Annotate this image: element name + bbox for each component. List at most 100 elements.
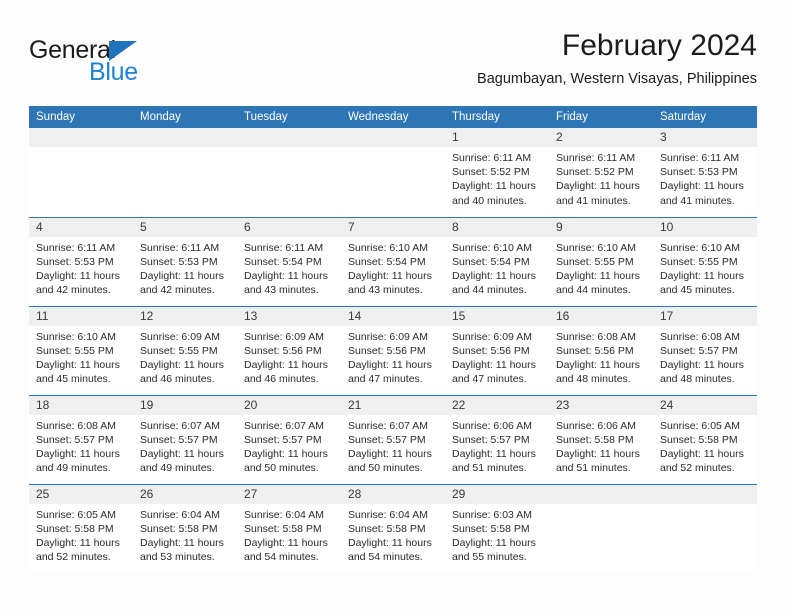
- daylight-text-line2: and 47 minutes.: [348, 373, 423, 386]
- day-number: 8: [445, 217, 549, 237]
- day-details: Sunrise: 6:11 AM Sunset: 5:52 PM Dayligh…: [549, 147, 653, 208]
- daylight-text-line2: and 52 minutes.: [36, 551, 111, 564]
- day-cell[interactable]: 17 Sunrise: 6:08 AM Sunset: 5:57 PM Dayl…: [653, 305, 757, 395]
- daylight-text-line2: and 42 minutes.: [140, 284, 215, 297]
- day-cell[interactable]: 2 Sunrise: 6:11 AM Sunset: 5:52 PM Dayli…: [549, 128, 653, 217]
- day-cell[interactable]: 7 Sunrise: 6:10 AM Sunset: 5:54 PM Dayli…: [341, 216, 445, 306]
- day-cell[interactable]: 19 Sunrise: 6:07 AM Sunset: 5:57 PM Dayl…: [133, 394, 237, 484]
- day-number: 13: [237, 306, 341, 326]
- day-cell[interactable]: 18 Sunrise: 6:08 AM Sunset: 5:57 PM Dayl…: [29, 394, 133, 484]
- daylight-text-line1: Daylight: 11 hours: [348, 447, 432, 460]
- sunrise-text: Sunrise: 6:07 AM: [140, 419, 220, 432]
- sunrise-text: Sunrise: 6:08 AM: [660, 330, 740, 343]
- day-cell[interactable]: 27 Sunrise: 6:04 AM Sunset: 5:58 PM Dayl…: [237, 483, 341, 573]
- day-details: Sunrise: 6:04 AM Sunset: 5:58 PM Dayligh…: [133, 504, 237, 565]
- day-details: Sunrise: 6:08 AM Sunset: 5:57 PM Dayligh…: [653, 326, 757, 387]
- day-number: 22: [445, 395, 549, 415]
- day-details: Sunrise: 6:08 AM Sunset: 5:56 PM Dayligh…: [549, 326, 653, 387]
- day-details: Sunrise: 6:05 AM Sunset: 5:58 PM Dayligh…: [29, 504, 133, 565]
- weekday-header-row: Sunday Monday Tuesday Wednesday Thursday…: [29, 106, 757, 128]
- day-cell[interactable]: 4 Sunrise: 6:11 AM Sunset: 5:53 PM Dayli…: [29, 216, 133, 306]
- day-details: Sunrise: 6:11 AM Sunset: 5:53 PM Dayligh…: [133, 237, 237, 298]
- day-cell[interactable]: 12 Sunrise: 6:09 AM Sunset: 5:55 PM Dayl…: [133, 305, 237, 395]
- daylight-text-line2: and 46 minutes.: [244, 373, 319, 386]
- sunrise-text: Sunrise: 6:10 AM: [36, 330, 116, 343]
- day-details: [133, 147, 237, 151]
- day-cell[interactable]: [653, 483, 757, 573]
- day-cell[interactable]: 1 Sunrise: 6:11 AM Sunset: 5:52 PM Dayli…: [445, 128, 549, 217]
- sunset-text: Sunset: 5:58 PM: [140, 522, 218, 535]
- day-cell[interactable]: 9 Sunrise: 6:10 AM Sunset: 5:55 PM Dayli…: [549, 216, 653, 306]
- day-cell[interactable]: [341, 128, 445, 217]
- daylight-text-line1: Daylight: 11 hours: [140, 447, 224, 460]
- day-number: 24: [653, 395, 757, 415]
- title-block: February 2024 Bagumbayan, Western Visaya…: [477, 28, 757, 89]
- day-cell[interactable]: 3 Sunrise: 6:11 AM Sunset: 5:53 PM Dayli…: [653, 128, 757, 217]
- day-cell[interactable]: 23 Sunrise: 6:06 AM Sunset: 5:58 PM Dayl…: [549, 394, 653, 484]
- day-cell[interactable]: 8 Sunrise: 6:10 AM Sunset: 5:54 PM Dayli…: [445, 216, 549, 306]
- daylight-text-line2: and 54 minutes.: [348, 551, 423, 564]
- daylight-text-line1: Daylight: 11 hours: [452, 358, 536, 371]
- sunset-text: Sunset: 5:56 PM: [556, 344, 634, 357]
- sunset-text: Sunset: 5:53 PM: [36, 255, 114, 268]
- daylight-text-line1: Daylight: 11 hours: [556, 269, 640, 282]
- day-cell[interactable]: 15 Sunrise: 6:09 AM Sunset: 5:56 PM Dayl…: [445, 305, 549, 395]
- day-number: 25: [29, 484, 133, 504]
- day-cell[interactable]: 10 Sunrise: 6:10 AM Sunset: 5:55 PM Dayl…: [653, 216, 757, 306]
- weekday-header-monday: Monday: [133, 106, 237, 128]
- day-cell[interactable]: 22 Sunrise: 6:06 AM Sunset: 5:57 PM Dayl…: [445, 394, 549, 484]
- day-cell[interactable]: [237, 128, 341, 217]
- weekday-header-friday: Friday: [549, 106, 653, 128]
- daylight-text-line1: Daylight: 11 hours: [556, 447, 640, 460]
- day-number: 16: [549, 306, 653, 326]
- sunset-text: Sunset: 5:53 PM: [140, 255, 218, 268]
- calendar-week-row: 25 Sunrise: 6:05 AM Sunset: 5:58 PM Dayl…: [29, 483, 757, 573]
- daylight-text-line2: and 46 minutes.: [140, 373, 215, 386]
- day-cell[interactable]: 5 Sunrise: 6:11 AM Sunset: 5:53 PM Dayli…: [133, 216, 237, 306]
- day-cell[interactable]: 13 Sunrise: 6:09 AM Sunset: 5:56 PM Dayl…: [237, 305, 341, 395]
- day-cell[interactable]: [133, 128, 237, 217]
- sunrise-text: Sunrise: 6:09 AM: [244, 330, 324, 343]
- sunrise-text: Sunrise: 6:05 AM: [660, 419, 740, 432]
- day-number: 18: [29, 395, 133, 415]
- sunrise-text: Sunrise: 6:09 AM: [348, 330, 428, 343]
- daylight-text-line1: Daylight: 11 hours: [660, 180, 744, 193]
- daylight-text-line2: and 50 minutes.: [348, 462, 423, 475]
- daylight-text-line2: and 53 minutes.: [140, 551, 215, 564]
- daylight-text-line2: and 51 minutes.: [452, 462, 527, 475]
- page-title: February 2024: [561, 29, 757, 62]
- day-cell[interactable]: 20 Sunrise: 6:07 AM Sunset: 5:57 PM Dayl…: [237, 394, 341, 484]
- sunset-text: Sunset: 5:55 PM: [556, 255, 634, 268]
- day-details: Sunrise: 6:09 AM Sunset: 5:55 PM Dayligh…: [133, 326, 237, 387]
- day-cell[interactable]: 25 Sunrise: 6:05 AM Sunset: 5:58 PM Dayl…: [29, 483, 133, 573]
- day-number: 20: [237, 395, 341, 415]
- day-cell[interactable]: 6 Sunrise: 6:11 AM Sunset: 5:54 PM Dayli…: [237, 216, 341, 306]
- day-cell[interactable]: 16 Sunrise: 6:08 AM Sunset: 5:56 PM Dayl…: [549, 305, 653, 395]
- sunset-text: Sunset: 5:55 PM: [36, 344, 114, 357]
- logo-text-blue: Blue: [89, 58, 138, 86]
- day-cell[interactable]: 29 Sunrise: 6:03 AM Sunset: 5:58 PM Dayl…: [445, 483, 549, 573]
- day-cell[interactable]: 28 Sunrise: 6:04 AM Sunset: 5:58 PM Dayl…: [341, 483, 445, 573]
- day-cell[interactable]: [549, 483, 653, 573]
- daylight-text-line1: Daylight: 11 hours: [348, 358, 432, 371]
- day-details: Sunrise: 6:09 AM Sunset: 5:56 PM Dayligh…: [341, 326, 445, 387]
- sunrise-text: Sunrise: 6:11 AM: [244, 241, 324, 254]
- day-cell[interactable]: 11 Sunrise: 6:10 AM Sunset: 5:55 PM Dayl…: [29, 305, 133, 395]
- day-cell[interactable]: 26 Sunrise: 6:04 AM Sunset: 5:58 PM Dayl…: [133, 483, 237, 573]
- sunset-text: Sunset: 5:54 PM: [244, 255, 322, 268]
- weekday-header-tuesday: Tuesday: [237, 106, 341, 128]
- sunset-text: Sunset: 5:54 PM: [348, 255, 426, 268]
- day-cell[interactable]: 21 Sunrise: 6:07 AM Sunset: 5:57 PM Dayl…: [341, 394, 445, 484]
- day-details: Sunrise: 6:09 AM Sunset: 5:56 PM Dayligh…: [445, 326, 549, 387]
- sunset-text: Sunset: 5:53 PM: [660, 166, 738, 179]
- day-cell[interactable]: 14 Sunrise: 6:09 AM Sunset: 5:56 PM Dayl…: [341, 305, 445, 395]
- daylight-text-line1: Daylight: 11 hours: [140, 536, 224, 549]
- day-details: Sunrise: 6:07 AM Sunset: 5:57 PM Dayligh…: [341, 415, 445, 476]
- daylight-text-line2: and 50 minutes.: [244, 462, 319, 475]
- day-cell[interactable]: [29, 128, 133, 217]
- day-details: Sunrise: 6:07 AM Sunset: 5:57 PM Dayligh…: [133, 415, 237, 476]
- sunrise-text: Sunrise: 6:07 AM: [244, 419, 324, 432]
- sunset-text: Sunset: 5:58 PM: [36, 522, 114, 535]
- day-cell[interactable]: 24 Sunrise: 6:05 AM Sunset: 5:58 PM Dayl…: [653, 394, 757, 484]
- day-details: Sunrise: 6:10 AM Sunset: 5:54 PM Dayligh…: [341, 237, 445, 298]
